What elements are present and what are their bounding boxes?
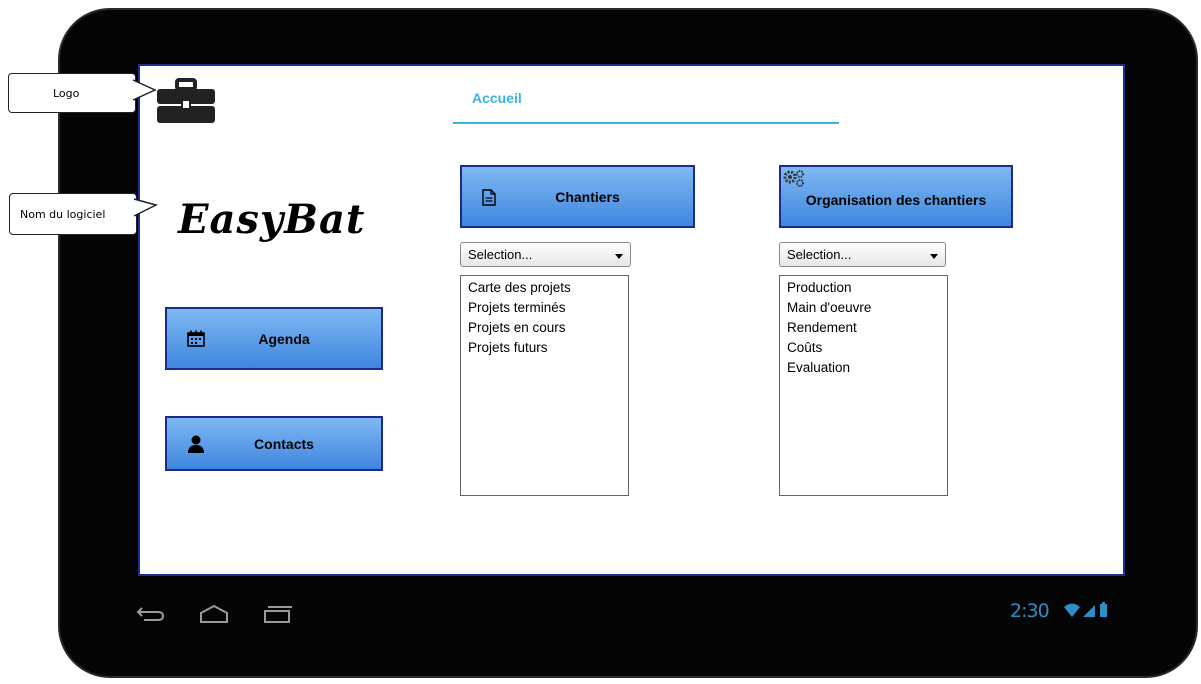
contacts-button-label: Contacts [254, 435, 314, 452]
list-item[interactable]: Main d'oeuvre [787, 298, 947, 318]
chevron-down-icon [615, 254, 623, 259]
chantiers-button-label: Chantiers [555, 188, 620, 205]
list-item[interactable]: Carte des projets [468, 278, 628, 298]
list-item[interactable]: Rendement [787, 318, 947, 338]
organisation-list[interactable]: Production Main d'oeuvre Rendement Coûts… [779, 275, 948, 496]
organisation-select[interactable]: Selection... [779, 242, 946, 267]
contacts-button[interactable]: Contacts [165, 416, 383, 471]
app-name: EasyBat [178, 196, 366, 243]
agenda-button-label: Agenda [258, 330, 310, 347]
wifi-icon [1064, 603, 1080, 617]
list-item[interactable]: Projets en cours [468, 318, 628, 338]
recent-apps-icon[interactable] [262, 604, 294, 624]
list-item[interactable]: Evaluation [787, 358, 947, 378]
callout-pointer [132, 79, 157, 101]
back-icon[interactable] [136, 604, 166, 624]
callout-logo-text: Logo [53, 86, 80, 100]
tab-accueil[interactable]: Accueil [472, 90, 522, 106]
home-icon[interactable] [198, 604, 230, 624]
organisation-select-value: Selection... [787, 247, 852, 262]
callout-pointer [133, 198, 159, 217]
callout-app-name-text: Nom du logiciel [20, 207, 106, 221]
battery-icon [1100, 602, 1107, 617]
chantiers-list[interactable]: Carte des projets Projets terminés Proje… [460, 275, 629, 496]
gears-icon [783, 170, 804, 187]
chevron-down-icon [930, 254, 938, 259]
agenda-button[interactable]: Agenda [165, 307, 383, 370]
organisation-button-label: Organisation des chantiers [805, 192, 987, 208]
list-item[interactable]: Coûts [787, 338, 947, 358]
status-icons [1064, 602, 1107, 617]
chantiers-select[interactable]: Selection... [460, 242, 631, 267]
chantiers-select-value: Selection... [468, 247, 533, 262]
clock: 2:30 [1010, 600, 1050, 622]
callout-logo: Logo [8, 73, 157, 113]
list-item[interactable]: Projets futurs [468, 338, 628, 358]
callout-app-name: Nom du logiciel [9, 193, 159, 235]
list-item[interactable]: Projets terminés [468, 298, 628, 318]
briefcase-logo-icon [157, 78, 215, 123]
organisation-button[interactable]: Organisation des chantiers [779, 165, 1013, 228]
signal-icon [1083, 605, 1095, 617]
list-item[interactable]: Production [787, 278, 947, 298]
chantiers-button[interactable]: Chantiers [460, 165, 695, 228]
tab-underline [453, 122, 839, 124]
